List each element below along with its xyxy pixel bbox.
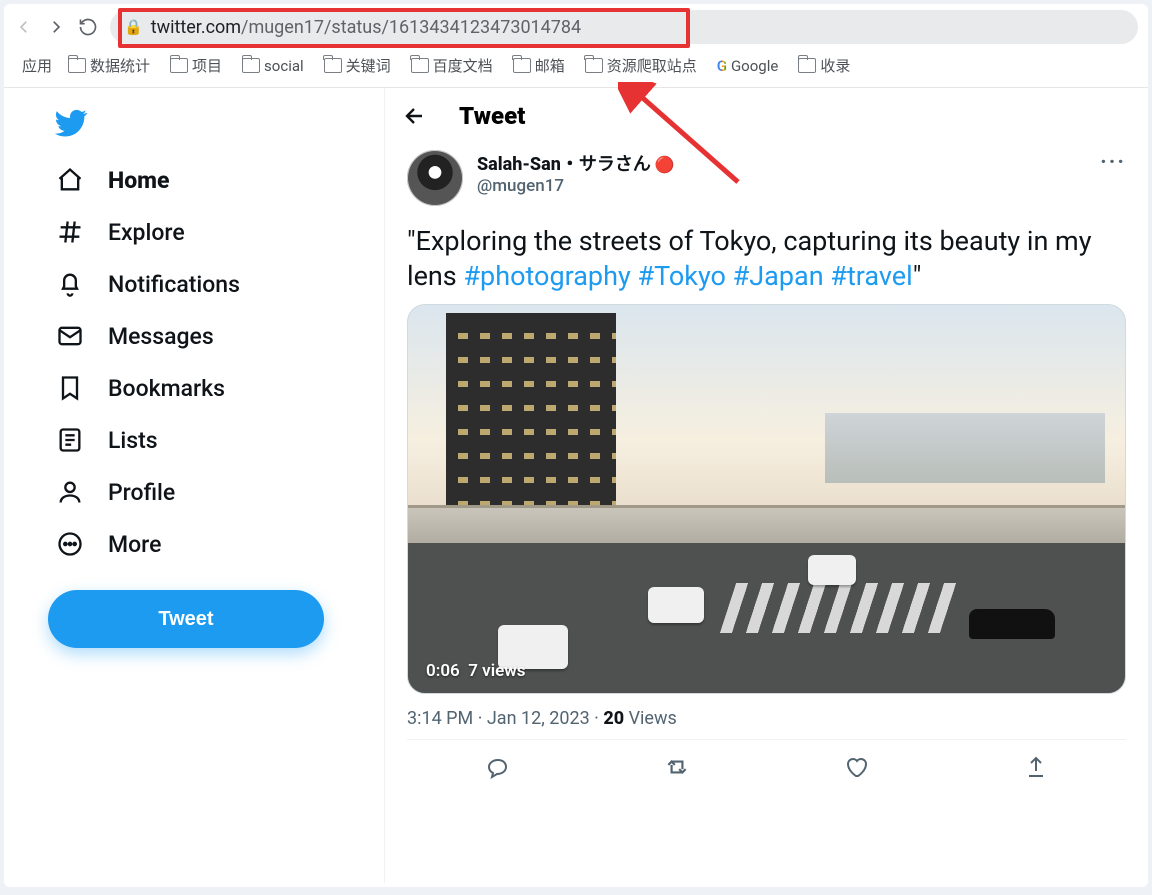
folder-icon <box>513 58 531 73</box>
bm-folder[interactable]: social <box>236 54 310 78</box>
folder-icon <box>411 58 429 73</box>
avatar[interactable] <box>407 150 463 206</box>
media-overlay: 0:06 7 views <box>426 661 526 681</box>
sidebar-item-profile[interactable]: Profile <box>48 466 374 518</box>
folder-icon <box>798 58 816 73</box>
tweet-media[interactable]: 0:06 7 views <box>407 304 1126 694</box>
bookmark-icon <box>56 374 84 402</box>
folder-icon <box>242 58 260 73</box>
sidebar-item-notifications[interactable]: Notifications <box>48 258 374 310</box>
bm-folder[interactable]: 资源爬取站点 <box>579 52 703 79</box>
twitter-logo-icon[interactable] <box>54 106 374 140</box>
home-icon <box>56 166 84 194</box>
folder-icon <box>324 58 342 73</box>
sidebar-item-more[interactable]: More <box>48 518 374 570</box>
bm-folder[interactable]: 百度文档 <box>405 52 499 79</box>
bm-folder[interactable]: 关键词 <box>318 52 397 79</box>
lock-icon: 🔒 <box>124 18 143 36</box>
folder-icon <box>68 58 86 73</box>
folder-icon <box>585 58 603 73</box>
sidebar-item-lists[interactable]: Lists <box>48 414 374 466</box>
sidebar-item-explore[interactable]: Explore <box>48 206 374 258</box>
nav-forward-icon[interactable] <box>46 17 66 37</box>
google-icon: G <box>717 57 727 75</box>
bm-google[interactable]: GGoogle <box>711 54 785 78</box>
bookmarks-bar: 应用 数据统计 项目 social 关键词 百度文档 邮箱 资源爬取站点 GGo… <box>4 48 1148 88</box>
explore-icon <box>56 218 84 246</box>
author-handle[interactable]: @mugen17 <box>477 176 675 196</box>
sidebar-item-messages[interactable]: Messages <box>48 310 374 362</box>
bm-folder[interactable]: 收录 <box>792 52 856 79</box>
tweet-button[interactable]: Tweet <box>48 590 324 648</box>
url-host: twitter.com <box>151 17 241 38</box>
folder-icon <box>170 58 188 73</box>
address-bar[interactable]: 🔒 twitter.com/mugen17/status/16134341234… <box>110 10 1138 44</box>
tweet-more-icon[interactable]: ··· <box>1100 150 1126 175</box>
hashtag-link[interactable]: #Japan <box>733 260 824 292</box>
flag-icon: 🔴 <box>655 155 675 174</box>
hashtag-link[interactable]: #photography <box>463 260 630 292</box>
share-icon[interactable] <box>1023 754 1049 780</box>
tweet-meta: 3:14 PM · Jan 12, 2023 · 20 Views <box>407 708 1126 729</box>
like-icon[interactable] <box>843 754 869 780</box>
nav-back-icon[interactable] <box>14 17 34 37</box>
reply-icon[interactable] <box>484 754 510 780</box>
page-title: Tweet <box>459 102 525 130</box>
bell-icon <box>56 270 84 298</box>
back-icon[interactable] <box>403 104 429 128</box>
sidebar-item-bookmarks[interactable]: Bookmarks <box>48 362 374 414</box>
apps-label[interactable]: 应用 <box>22 55 52 76</box>
envelope-icon <box>56 322 84 350</box>
hashtag-link[interactable]: #travel <box>830 260 912 292</box>
retweet-icon[interactable] <box>664 754 690 780</box>
lists-icon <box>56 426 84 454</box>
bm-folder[interactable]: 项目 <box>164 52 228 79</box>
hashtag-link[interactable]: #Tokyo <box>637 260 726 292</box>
sidebar-item-home[interactable]: Home <box>48 154 374 206</box>
bm-folder[interactable]: 数据统计 <box>62 52 156 79</box>
bm-folder[interactable]: 邮箱 <box>507 52 571 79</box>
author-name[interactable]: Salah-San・サラさん <box>477 154 651 175</box>
profile-icon <box>56 478 84 506</box>
more-icon <box>56 530 84 558</box>
url-path: /mugen17/status/1613434123473014784 <box>241 17 581 38</box>
tweet-text: "Exploring the streets of Tokyo, capturi… <box>407 224 1126 294</box>
reload-icon[interactable] <box>78 17 98 37</box>
sidebar: Home Explore Notifications Messages Book… <box>4 88 384 883</box>
